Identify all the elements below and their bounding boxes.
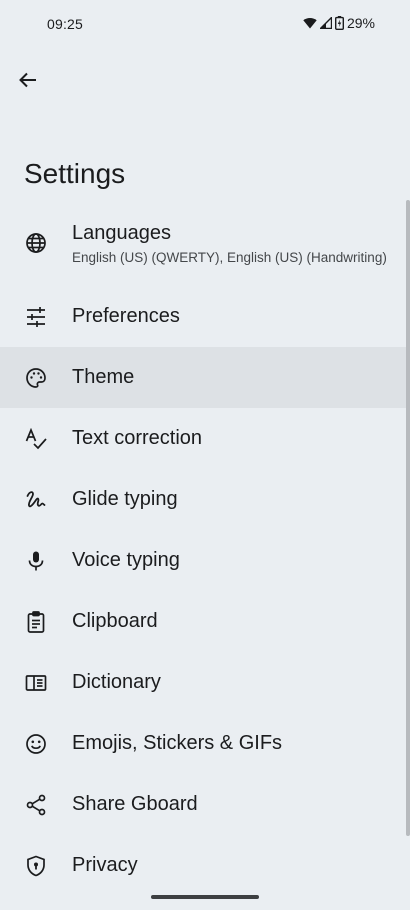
emoji-icon xyxy=(24,732,48,756)
settings-item-share-gboard[interactable]: Share Gboard xyxy=(0,774,410,835)
wifi-icon xyxy=(303,17,317,29)
settings-item-label: Dictionary xyxy=(72,671,161,693)
battery-percent: 29% xyxy=(346,15,375,31)
settings-item-label: Theme xyxy=(72,366,135,388)
status-icons: 29% xyxy=(303,15,375,31)
settings-item-glide-typing[interactable]: Glide typing xyxy=(0,469,410,530)
settings-item-preferences[interactable]: Preferences xyxy=(0,286,410,347)
cell-signal-icon xyxy=(319,17,332,29)
status-bar: 09:25 29% xyxy=(0,0,410,50)
share-icon xyxy=(24,793,48,817)
settings-item-dictionary[interactable]: Dictionary xyxy=(0,652,410,713)
settings-item-languages[interactable]: Languages English (US) (QWERTY), English… xyxy=(0,200,410,286)
globe-icon xyxy=(24,231,48,255)
settings-item-text-correction[interactable]: Text correction xyxy=(0,408,410,469)
scrollbar[interactable] xyxy=(406,200,410,836)
settings-item-label: Privacy xyxy=(72,854,138,876)
tune-icon xyxy=(24,305,48,329)
gesture-icon xyxy=(24,488,48,512)
battery-icon xyxy=(334,16,344,30)
settings-item-label: Preferences xyxy=(72,305,180,327)
shield-lock-icon xyxy=(24,854,48,878)
back-button[interactable] xyxy=(14,68,42,96)
settings-item-label: Voice typing xyxy=(72,549,180,571)
settings-item-theme[interactable]: Theme xyxy=(0,347,410,408)
spellcheck-icon xyxy=(24,427,48,451)
status-time: 09:25 xyxy=(47,16,84,32)
settings-item-summary: English (US) (QWERTY), English (US) (Han… xyxy=(72,249,387,265)
settings-item-privacy[interactable]: Privacy xyxy=(0,835,410,896)
settings-item-label: Emojis, Stickers & GIFs xyxy=(72,732,283,754)
page-title: Settings xyxy=(24,158,126,189)
settings-item-label: Languages xyxy=(72,221,171,244)
settings-list: Languages English (US) (QWERTY), English… xyxy=(0,200,410,896)
palette-icon xyxy=(24,366,48,390)
home-indicator[interactable] xyxy=(151,895,259,899)
settings-item-label: Text correction xyxy=(72,427,203,449)
mic-icon xyxy=(24,549,48,573)
settings-item-label: Clipboard xyxy=(72,610,158,632)
clipboard-icon xyxy=(24,610,48,634)
settings-item-clipboard[interactable]: Clipboard xyxy=(0,591,410,652)
settings-item-label: Share Gboard xyxy=(72,793,198,815)
book-icon xyxy=(24,671,48,695)
settings-item-label: Glide typing xyxy=(72,488,178,510)
arrow-back-icon xyxy=(18,70,38,95)
settings-item-voice-typing[interactable]: Voice typing xyxy=(0,530,410,591)
settings-item-emojis[interactable]: Emojis, Stickers & GIFs xyxy=(0,713,410,774)
